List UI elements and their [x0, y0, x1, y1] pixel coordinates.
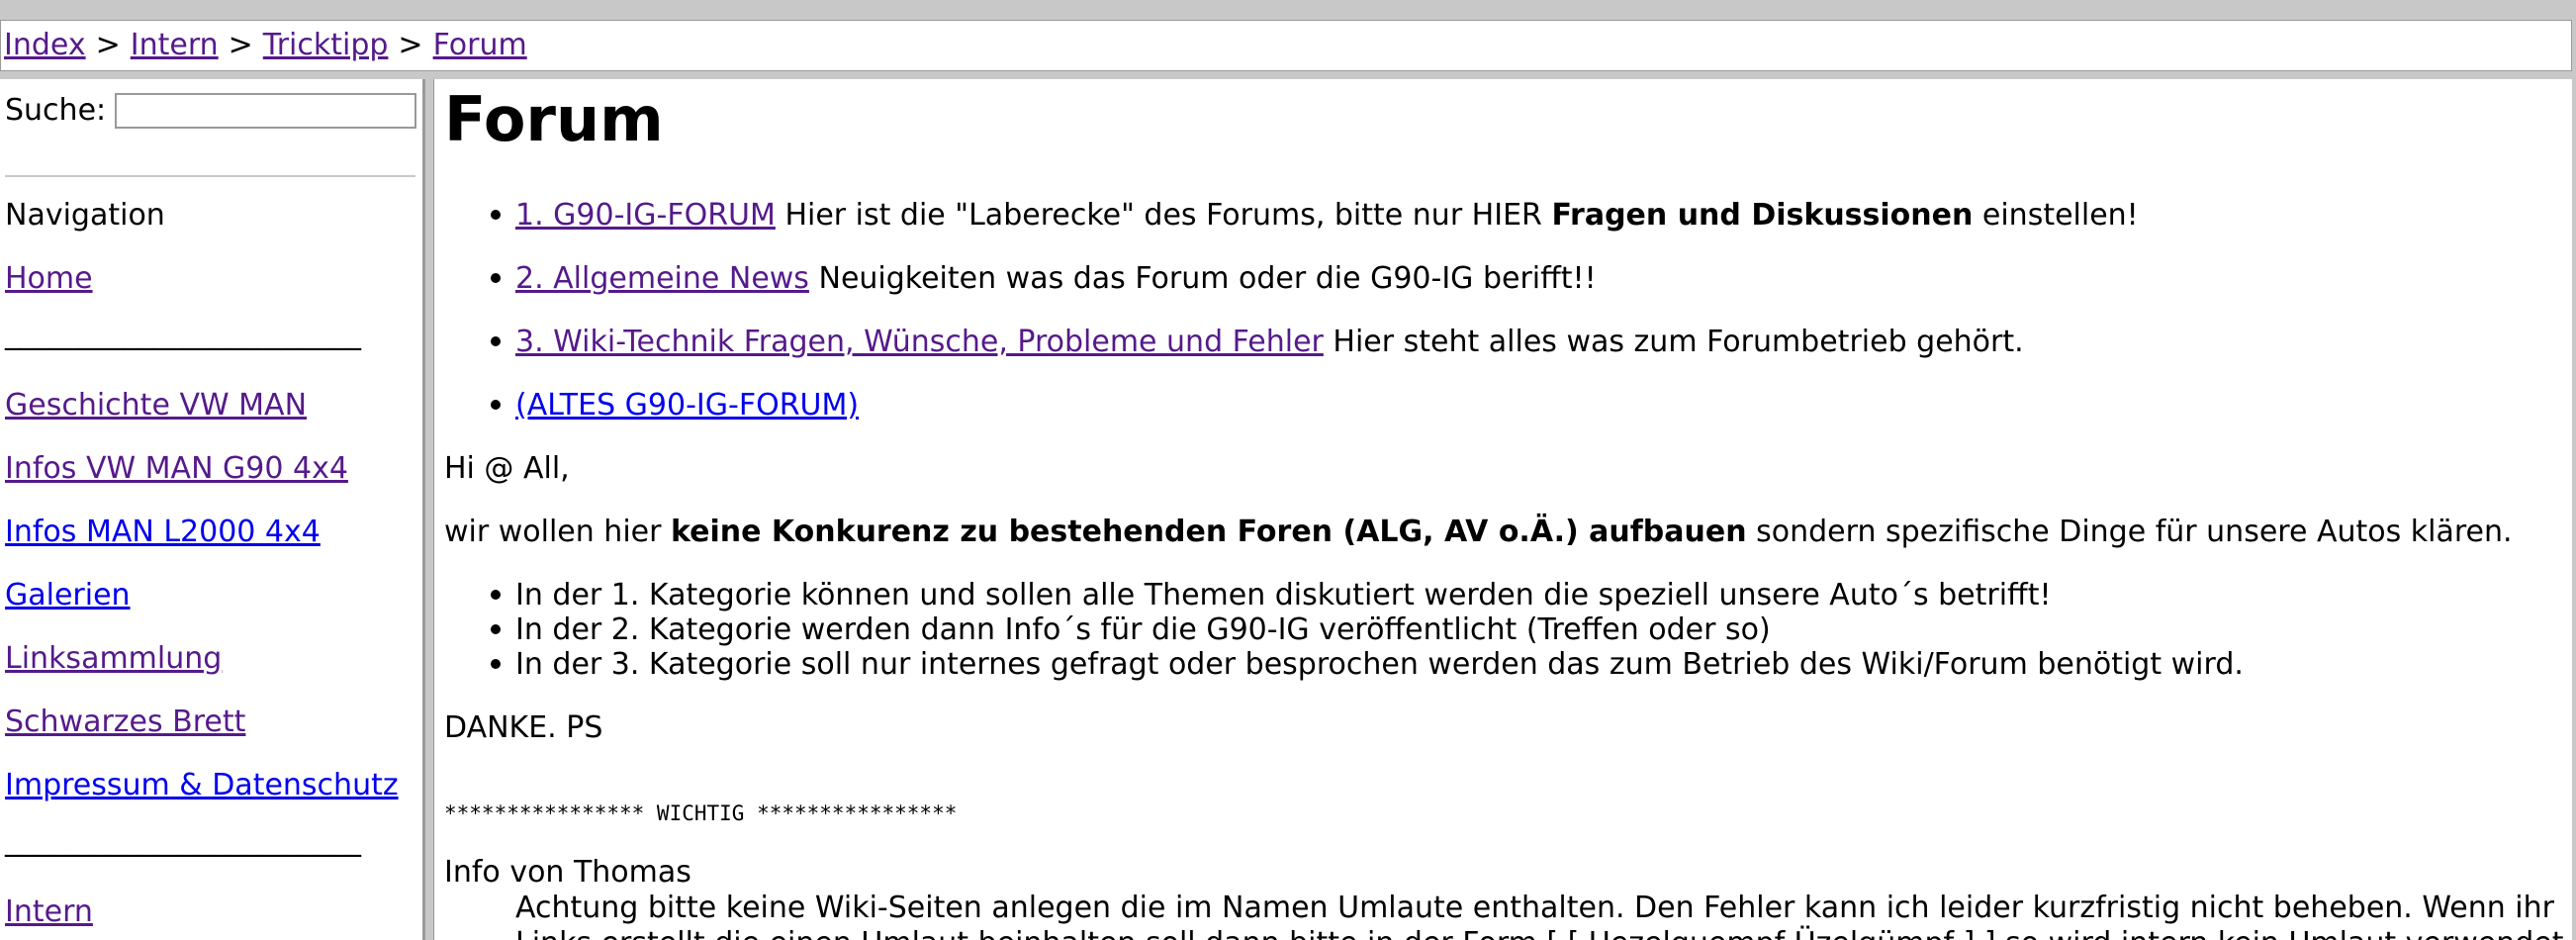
forum-link-allgemeine-news[interactable]: 2. Allgemeine News [515, 261, 809, 296]
sidebar-link-schwarzes-brett[interactable]: Schwarzes Brett [5, 705, 245, 739]
forum-item: 2. Allgemeine News Neuigkeiten was das F… [515, 261, 1597, 296]
forum-item: 3. Wiki-Technik Fragen, Wünsche, Problem… [515, 325, 2024, 359]
intro-paragraph: wir wollen hier keine Konkurenz zu beste… [444, 515, 2513, 549]
sidebar-divider-line [5, 175, 415, 177]
page-title: Forum [444, 83, 664, 155]
forum-item-description: Neuigkeiten was das Forum oder die G90-I… [818, 261, 1597, 296]
category-item: In der 1. Kategorie können und sollen al… [515, 578, 2052, 612]
category-item: In der 3. Kategorie soll nur internes ge… [515, 647, 2244, 682]
forum-item: 1. G90-IG-FORUM Hier ist die "Laberecke"… [515, 198, 2139, 233]
sidebar-link-infos-g90[interactable]: Infos VW MAN G90 4x4 [5, 451, 348, 486]
list-bullet [491, 590, 501, 600]
category-item: In der 2. Kategorie werden dann Info´s f… [515, 612, 1771, 647]
forum-item-description: Hier ist die "Laberecke" des Forums, bit… [784, 198, 1542, 233]
sidebar-separator: ________________________ [5, 317, 361, 351]
breadcrumb-link-intern[interactable]: Intern [131, 28, 219, 62]
breadcrumb-link-index[interactable]: Index [4, 28, 86, 62]
main-content: Forum 1. G90-IG-FORUM Hier ist die "Labe… [433, 79, 2572, 940]
breadcrumb: Index > Intern > Tricktipp > Forum [0, 20, 2572, 71]
thanks-text: DANKE. PS [444, 710, 603, 745]
forum-item-description: einstellen! [1981, 198, 2139, 233]
intro-text: wir wollen hier [444, 515, 662, 549]
sidebar-separator: ________________________ [5, 823, 361, 858]
info-text-line: Achtung bitte keine Wiki-Seiten anlegen … [515, 891, 2554, 925]
search-input[interactable] [115, 93, 416, 129]
breadcrumb-link-forum[interactable]: Forum [433, 28, 527, 62]
intro-emphasis: keine Konkurenz zu bestehenden Foren (AL… [671, 515, 1747, 549]
info-text-line: Links erstellt die einen Umlaut beinhalt… [515, 926, 2563, 940]
list-bullet [491, 624, 501, 634]
forum-link-altes-forum[interactable]: (ALTES G90-IG-FORUM) [515, 388, 859, 423]
list-bullet [491, 210, 501, 220]
intro-text: sondern spezifische Dinge für unsere Aut… [1756, 515, 2513, 549]
list-bullet [491, 336, 501, 346]
forum-link-wiki-technik[interactable]: 3. Wiki-Technik Fragen, Wünsche, Problem… [515, 325, 1324, 359]
sidebar-link-linksammlung[interactable]: Linksammlung [5, 641, 222, 676]
list-bullet [491, 400, 501, 410]
sidebar-link-impressum[interactable]: Impressum & Datenschutz [5, 768, 399, 802]
forum-item-emphasis: Fragen und Diskussionen [1551, 198, 1974, 233]
list-bullet [491, 273, 501, 283]
sidebar-link-intern[interactable]: Intern [5, 894, 93, 929]
forum-link-g90-ig-forum[interactable]: 1. G90-IG-FORUM [515, 198, 776, 233]
list-bullet [491, 659, 501, 669]
sidebar-link-galerien[interactable]: Galerien [5, 578, 131, 612]
greeting-text: Hi @ All, [444, 451, 570, 486]
sidebar-link-geschichte[interactable]: Geschichte VW MAN [5, 388, 307, 423]
breadcrumb-separator: > [398, 28, 423, 62]
forum-item-description: Hier steht alles was zum Forumbetrieb ge… [1333, 325, 2024, 359]
breadcrumb-link-tricktipp[interactable]: Tricktipp [263, 28, 389, 62]
search-label: Suche: [5, 93, 107, 128]
navigation-heading: Navigation [5, 198, 165, 233]
forum-item: (ALTES G90-IG-FORUM) [515, 388, 859, 423]
sidebar-link-home[interactable]: Home [5, 261, 93, 296]
breadcrumb-separator: > [95, 28, 121, 62]
info-heading: Info von Thomas [444, 855, 691, 890]
sidebar-link-infos-l2000[interactable]: Infos MAN L2000 4x4 [5, 515, 321, 549]
breadcrumb-separator: > [228, 28, 253, 62]
sidebar: Suche: Navigation Home _________________… [0, 79, 425, 940]
important-banner: **************** WICHTIG ***************… [444, 801, 958, 825]
